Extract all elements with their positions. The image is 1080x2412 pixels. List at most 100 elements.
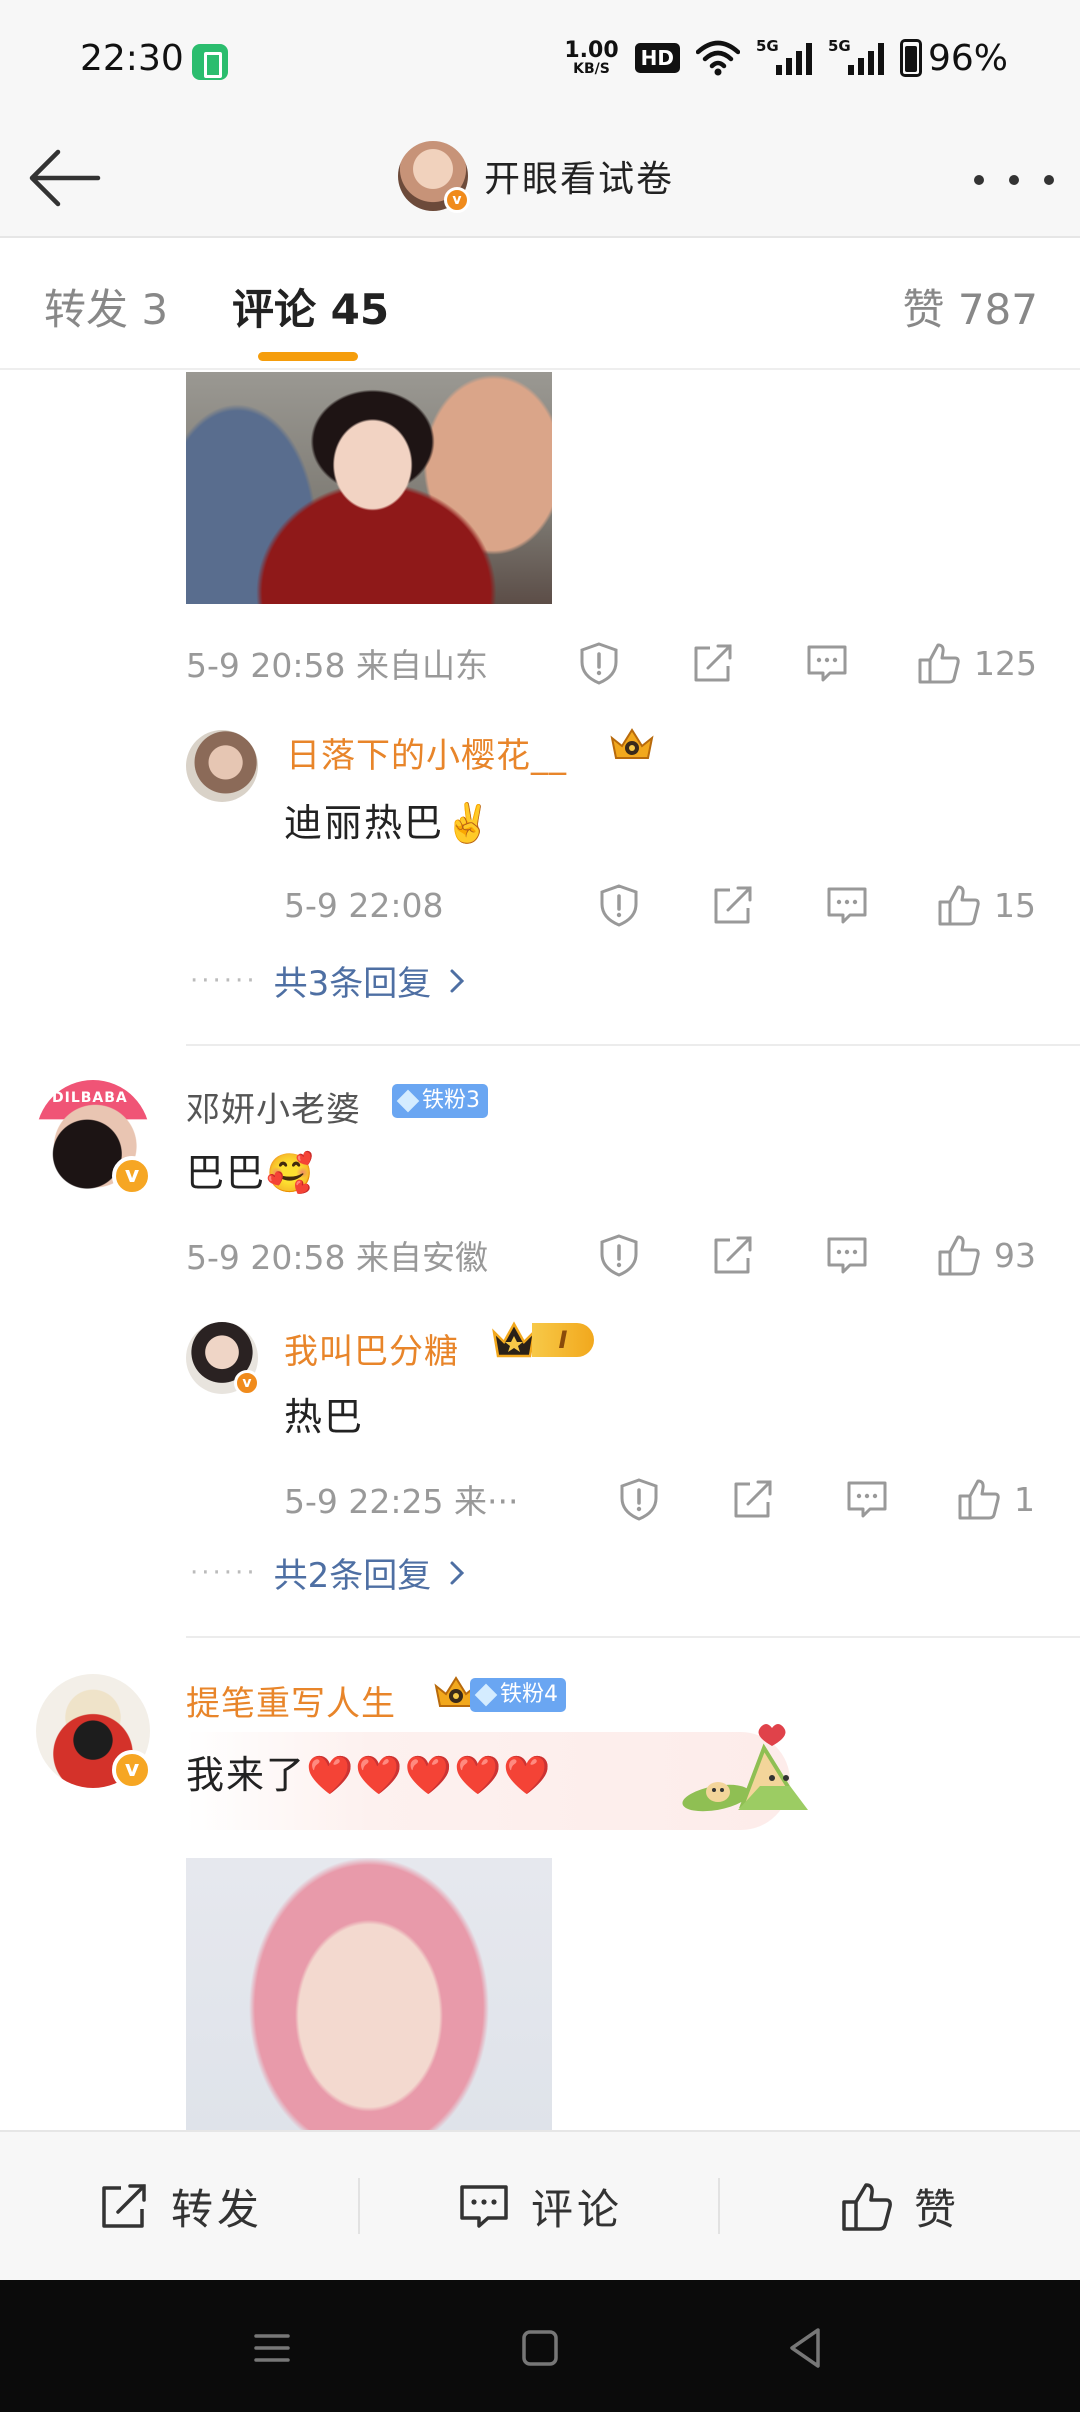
avatar[interactable]: v (36, 1674, 152, 1790)
share-button[interactable] (710, 880, 756, 930)
like-count: 93 (994, 1235, 1036, 1275)
menu-icon[interactable] (244, 2320, 300, 2376)
chevron-right-icon (450, 969, 465, 992)
reply-text: 热巴 (284, 1395, 365, 1439)
view-more-replies-link[interactable]: ······ 共3条回复 (190, 956, 467, 1005)
battery-icon (899, 39, 922, 77)
comment-text: 我来了❤️❤️❤️❤️❤️ (186, 1753, 553, 1797)
verified-badge-icon: v (234, 1370, 260, 1396)
author-name[interactable]: 开眼看试卷 (484, 150, 674, 202)
comment-feed[interactable]: 5-9 20:58 来自山东 125 日落下的小樱花__ 迪丽热巴✌️ 5-9 … (0, 372, 1080, 2130)
reply-button[interactable] (824, 880, 870, 930)
status-indicators: 1.00 KB/S HD 5G 5G 96% (564, 36, 1008, 80)
repost-button[interactable]: 转发 (0, 2132, 360, 2280)
report-icon (600, 1234, 638, 1277)
separator-dots: ······ (190, 965, 258, 996)
avatar[interactable]: DILBABA v (36, 1080, 152, 1196)
share-icon (734, 1480, 772, 1518)
like-button[interactable]: 93 (936, 1230, 1036, 1280)
comment-image[interactable] (186, 1858, 552, 2130)
more-replies-label: 共3条回复 (273, 964, 432, 1004)
report-button[interactable] (576, 638, 622, 688)
comment-button[interactable]: 评论 (360, 2132, 720, 2280)
vip-level: I (532, 1323, 594, 1357)
active-tab-indicator (258, 352, 358, 361)
tab-likes[interactable]: 赞 787 (902, 276, 1038, 337)
tab-bar: 转发 3 评论 45 赞 787 (0, 238, 1080, 370)
comment-icon (460, 2185, 508, 2228)
wifi-icon (695, 40, 740, 76)
reply-button[interactable] (824, 1230, 870, 1280)
divider (186, 1044, 1080, 1046)
thumbs-up-icon (938, 1235, 980, 1276)
like-label: 赞 (913, 2184, 960, 2234)
like-count: 125 (974, 643, 1037, 683)
comment-image[interactable] (186, 372, 552, 604)
reply-button[interactable] (804, 638, 850, 688)
battery-saver-icon (192, 44, 228, 80)
network-speed-unit: KB/S (573, 61, 610, 77)
comment-username[interactable]: 邓妍小老婆 (186, 1082, 361, 1131)
thumbs-up-icon (918, 643, 960, 684)
network-speed-value: 1.00 (564, 38, 619, 63)
report-icon (620, 1478, 658, 1521)
fan-badge: 铁粉3 (392, 1084, 488, 1118)
separator-dots: ······ (190, 1557, 258, 1588)
home-icon[interactable] (512, 2320, 568, 2376)
tab-repost[interactable]: 转发 3 (44, 276, 168, 337)
avatar[interactable] (186, 730, 258, 802)
comment-text: 巴巴🥰 (186, 1151, 316, 1195)
avatar[interactable]: v (398, 141, 470, 213)
avatar-text: DILBABA (52, 1090, 128, 1106)
like-button[interactable]: 125 (916, 638, 1037, 688)
back-icon[interactable] (778, 2320, 834, 2376)
reply-text: 迪丽热巴✌️ (284, 801, 494, 845)
report-icon (580, 642, 618, 685)
post-author[interactable]: v 开眼看试卷 (398, 136, 674, 216)
thumbs-up-icon (938, 885, 980, 926)
share-button[interactable] (690, 638, 736, 688)
avatar[interactable]: v (186, 1322, 260, 1396)
zongzi-sticker-icon (682, 1724, 808, 1812)
crown-badge-icon (610, 728, 654, 759)
view-more-replies-link[interactable]: ······ 共2条回复 (190, 1548, 467, 1597)
share-button[interactable] (710, 1230, 756, 1280)
report-button[interactable] (596, 1230, 642, 1280)
share-button[interactable] (730, 1474, 776, 1524)
verified-badge-icon: v (444, 187, 470, 213)
comment-icon (847, 1481, 887, 1518)
like-count: 15 (994, 885, 1036, 925)
reply-button[interactable] (844, 1474, 890, 1524)
comment-icon (807, 645, 847, 682)
like-button[interactable]: 1 (956, 1474, 1035, 1524)
comment-username[interactable]: 提笔重写人生 (186, 1676, 396, 1725)
back-arrow-icon[interactable] (26, 138, 106, 218)
fan-badge: 铁粉4 (470, 1678, 566, 1712)
status-bar: 22:30 1.00 KB/S HD 5G 5G 96% (0, 0, 1080, 120)
thumbs-up-icon (958, 1479, 1000, 1520)
comment-meta: 5-9 20:58 来自安徽 (186, 1238, 488, 1277)
top-header: v 开眼看试卷 (0, 120, 1080, 238)
tab-comments[interactable]: 评论 45 (232, 276, 389, 337)
chevron-right-icon (450, 1561, 465, 1584)
report-button[interactable] (616, 1474, 662, 1524)
bottom-action-bar: 转发 评论 赞 (0, 2130, 1080, 2280)
reply-username[interactable]: 我叫巴分糖 (284, 1324, 459, 1373)
reply-username[interactable]: 日落下的小樱花__ (286, 728, 567, 777)
battery-percent: 96% (927, 37, 1008, 79)
thumbs-up-icon (842, 2183, 892, 2231)
divider (186, 1636, 1080, 1638)
more-options-icon[interactable] (974, 160, 1054, 200)
share-icon (102, 2184, 146, 2228)
like-count: 1 (1014, 1479, 1035, 1519)
status-time: 22:30 (80, 38, 184, 79)
report-button[interactable] (596, 880, 642, 930)
like-button[interactable]: 15 (936, 880, 1036, 930)
system-navigation-bar (0, 2280, 1080, 2412)
like-post-button[interactable]: 赞 (720, 2132, 1080, 2280)
more-replies-label: 共2条回复 (273, 1556, 432, 1596)
reply-meta: 5-9 22:25 来··· (284, 1482, 519, 1521)
repost-label: 转发 (170, 2184, 263, 2234)
verified-badge-icon: v (112, 1750, 152, 1790)
reply-meta: 5-9 22:08 (284, 885, 444, 925)
